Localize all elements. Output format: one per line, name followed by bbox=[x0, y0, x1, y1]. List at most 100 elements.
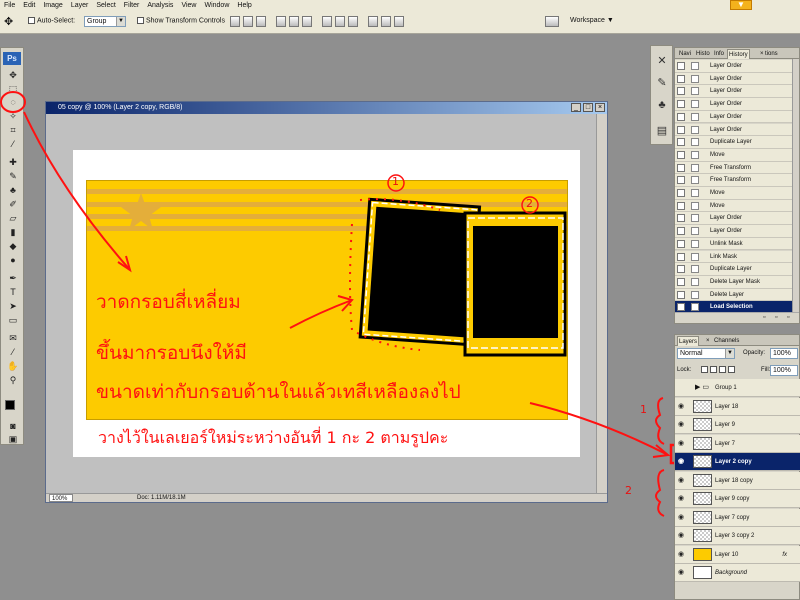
history-source-checkbox[interactable] bbox=[677, 163, 685, 172]
folder-icon[interactable]: ▶ ▭ bbox=[695, 379, 709, 397]
layer-group-row[interactable]: ▶ ▭ Group 1 bbox=[675, 379, 800, 397]
brushes-icon[interactable]: ✎ bbox=[655, 76, 669, 90]
history-item[interactable]: Layer Order bbox=[675, 60, 793, 73]
red-arrow-to-frame bbox=[289, 299, 353, 329]
visibility-eye-icon[interactable]: ◉ bbox=[678, 476, 684, 485]
new-snapshot-icon[interactable]: ▫ bbox=[763, 314, 765, 321]
history-source-checkbox[interactable] bbox=[677, 252, 685, 261]
history-item[interactable]: Layer Order bbox=[675, 72, 793, 86]
history-item[interactable]: Move bbox=[675, 187, 793, 200]
history-item[interactable]: Delete Layer bbox=[675, 288, 793, 302]
history-item[interactable]: Free Transform bbox=[675, 161, 793, 175]
tab-layers[interactable]: Layers bbox=[677, 336, 700, 346]
history-source-checkbox[interactable] bbox=[677, 138, 685, 147]
history-item[interactable]: Layer Order bbox=[675, 225, 793, 238]
tab-channels[interactable]: Channels bbox=[713, 336, 740, 346]
layer-row[interactable]: ◉ Layer 2 copy bbox=[675, 453, 800, 471]
history-source-checkbox[interactable] bbox=[677, 112, 685, 121]
history-source-checkbox[interactable] bbox=[677, 125, 685, 134]
layer-row[interactable]: ◉ Layer 10 fx bbox=[675, 545, 800, 564]
history-source-checkbox[interactable] bbox=[677, 303, 685, 312]
layer-row[interactable]: ◉ Layer 9 bbox=[675, 416, 800, 434]
history-item[interactable]: Duplicate Layer bbox=[675, 263, 793, 276]
history-source-checkbox[interactable] bbox=[677, 214, 685, 223]
layer-name: Layer 18 bbox=[715, 403, 739, 410]
opacity-field[interactable]: 100% bbox=[770, 348, 798, 359]
new-document-icon[interactable]: ▫ bbox=[775, 314, 777, 321]
history-item[interactable]: Layer Order bbox=[675, 123, 793, 137]
clone-source-icon[interactable]: ♣ bbox=[655, 98, 669, 112]
tab-histogram[interactable]: Histo bbox=[695, 49, 711, 59]
history-item[interactable]: Duplicate Layer bbox=[675, 136, 793, 149]
history-source-checkbox[interactable] bbox=[677, 290, 685, 299]
layer-comps-icon[interactable]: ▤ bbox=[655, 124, 669, 138]
lock-all-icon[interactable] bbox=[728, 366, 735, 373]
history-item[interactable]: Move bbox=[675, 148, 793, 162]
history-source-checkbox[interactable] bbox=[677, 100, 685, 109]
history-source-checkbox[interactable] bbox=[677, 265, 685, 274]
visibility-eye-icon[interactable]: ◉ bbox=[678, 457, 684, 466]
history-item-label: Duplicate Layer bbox=[710, 266, 752, 273]
lock-position-icon[interactable] bbox=[719, 366, 726, 373]
lock-pixels-icon[interactable] bbox=[710, 366, 717, 373]
layer-thumbnail bbox=[693, 529, 712, 542]
history-source-checkbox[interactable] bbox=[677, 239, 685, 248]
history-source-checkbox[interactable] bbox=[677, 62, 685, 70]
lock-transparent-icon[interactable] bbox=[701, 366, 708, 373]
history-scrollbar[interactable] bbox=[792, 59, 799, 312]
history-step-icon bbox=[691, 125, 699, 134]
history-item[interactable]: Layer Order bbox=[675, 85, 793, 99]
history-item-label: Move bbox=[710, 190, 725, 196]
visibility-eye-icon[interactable]: ◉ bbox=[678, 420, 684, 429]
history-source-checkbox[interactable] bbox=[677, 150, 685, 159]
layer-row[interactable]: ◉ Layer 7 bbox=[675, 434, 800, 453]
history-item[interactable]: Delete Layer Mask bbox=[675, 275, 793, 289]
layer-row[interactable]: ◉ Layer 7 copy bbox=[675, 508, 800, 527]
fill-field[interactable]: 100% bbox=[770, 365, 798, 376]
visibility-eye-icon[interactable]: ◉ bbox=[678, 531, 684, 540]
history-step-icon bbox=[691, 62, 699, 70]
tab-info[interactable]: Info bbox=[713, 49, 725, 59]
history-item[interactable]: Link Mask bbox=[675, 250, 793, 264]
tab-history[interactable]: History bbox=[727, 49, 750, 59]
visibility-eye-icon[interactable]: ◉ bbox=[678, 568, 684, 577]
history-source-checkbox[interactable] bbox=[677, 87, 685, 96]
history-source-checkbox[interactable] bbox=[677, 176, 685, 185]
history-item-label: Free Transform bbox=[710, 164, 752, 171]
blend-mode-dropdown[interactable]: Normal ▼ bbox=[677, 348, 735, 359]
layer-row[interactable]: ◉ Background bbox=[675, 564, 800, 582]
history-source-checkbox[interactable] bbox=[677, 74, 685, 83]
layer-row[interactable]: ◉ Layer 18 copy bbox=[675, 471, 800, 490]
tab-navigator[interactable]: Navi bbox=[678, 49, 692, 59]
tab-close-icon[interactable]: × bbox=[705, 336, 711, 346]
trash-icon[interactable]: ▫ bbox=[787, 314, 789, 321]
layer-row[interactable]: ◉ Layer 18 bbox=[675, 397, 800, 416]
history-item-label: Layer Order bbox=[710, 126, 743, 133]
history-item-label: Layer Order bbox=[710, 75, 743, 82]
dock-icon-strip: ✕ ✎ ♣ ▤ bbox=[650, 45, 673, 145]
visibility-eye-icon[interactable]: ◉ bbox=[678, 550, 684, 559]
visibility-eye-icon[interactable]: ◉ bbox=[678, 513, 684, 522]
layer-row[interactable]: ◉ Layer 3 copy 2 bbox=[675, 527, 800, 545]
history-item[interactable]: Unlink Mask bbox=[675, 237, 793, 251]
visibility-eye-icon[interactable]: ◉ bbox=[678, 402, 684, 411]
history-item[interactable]: Layer Order bbox=[675, 98, 793, 111]
lock-icons[interactable] bbox=[701, 366, 741, 374]
red-arrow-to-layer bbox=[529, 402, 669, 456]
fx-badge[interactable]: fx bbox=[782, 546, 787, 564]
history-source-checkbox[interactable] bbox=[677, 227, 685, 236]
history-item-label: Delete Layer bbox=[710, 291, 745, 298]
visibility-eye-icon[interactable]: ◉ bbox=[678, 439, 684, 448]
visibility-eye-icon[interactable]: ◉ bbox=[678, 494, 684, 503]
history-item[interactable]: Free Transform bbox=[675, 174, 793, 187]
tab-actions[interactable]: tions bbox=[764, 49, 779, 59]
layer-row[interactable]: ◉ Layer 9 copy bbox=[675, 490, 800, 508]
history-source-checkbox[interactable] bbox=[677, 277, 685, 286]
history-item[interactable]: Layer Order bbox=[675, 110, 793, 124]
history-item-label: Layer Order bbox=[710, 88, 743, 95]
history-item[interactable]: Move bbox=[675, 199, 793, 213]
tools-preset-icon[interactable]: ✕ bbox=[655, 54, 669, 68]
history-source-checkbox[interactable] bbox=[677, 201, 685, 210]
history-source-checkbox[interactable] bbox=[677, 189, 685, 197]
history-item[interactable]: Layer Order bbox=[675, 212, 793, 226]
